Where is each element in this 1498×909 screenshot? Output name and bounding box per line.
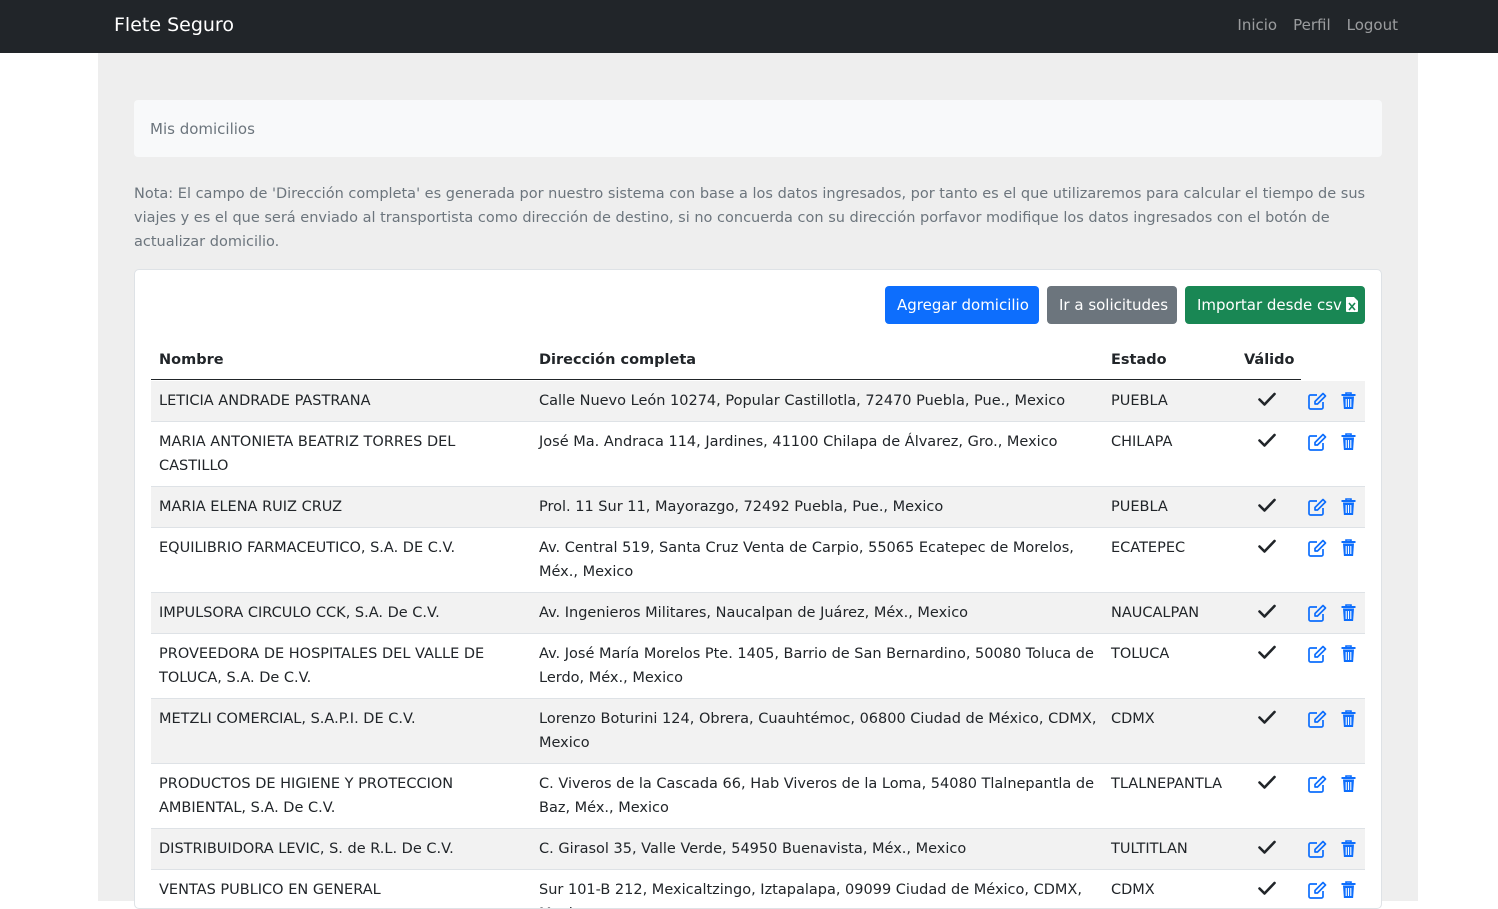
file-excel-icon	[1345, 288, 1358, 326]
trash-icon[interactable]	[1341, 392, 1356, 410]
check-icon	[1258, 392, 1276, 406]
edit-icon[interactable]	[1308, 539, 1327, 557]
cell-state: TOLUCA	[1111, 646, 1170, 662]
check-icon	[1258, 645, 1276, 659]
table-row: PRODUCTOS DE HIGIENE Y PROTECCION AMBIEN…	[151, 764, 1365, 829]
trash-icon[interactable]	[1341, 645, 1356, 663]
check-icon	[1258, 840, 1276, 854]
addresses-card: Agregar domicilio Ir a solicitudes Impor…	[134, 269, 1382, 909]
check-icon	[1258, 710, 1276, 724]
main-container: Mis domicilios Nota: El campo de 'Direcc…	[98, 53, 1418, 909]
page-header: Mis domicilios	[134, 100, 1382, 157]
cell-state: TULTITLAN	[1111, 841, 1188, 857]
nav-link-inicio[interactable]: Inicio	[1237, 15, 1277, 35]
edit-icon[interactable]	[1308, 775, 1327, 793]
cell-address: Av. Central 519, Santa Cruz Venta de Car…	[539, 540, 1074, 580]
cell-name: LETICIA ANDRADE PASTRANA	[159, 393, 371, 409]
cell-state: TLALNEPANTLA	[1111, 776, 1223, 792]
cell-name: METZLI COMERCIAL, S.A.P.I. DE C.V.	[159, 711, 416, 727]
nav-link-perfil[interactable]: Perfil	[1293, 15, 1331, 35]
cell-state: PUEBLA	[1111, 499, 1168, 515]
trash-icon[interactable]	[1341, 881, 1356, 899]
trash-icon[interactable]	[1341, 604, 1356, 622]
cell-name: IMPULSORA CIRCULO CCK, S.A. De C.V.	[159, 605, 440, 621]
brand-link[interactable]: Flete Seguro	[114, 13, 234, 37]
table-row: MARIA ANTONIETA BEATRIZ TORRES DEL CASTI…	[151, 422, 1365, 487]
cell-address: Sur 101-B 212, Mexicaltzingo, Iztapalapa…	[539, 882, 1082, 908]
cell-address: Prol. 11 Sur 11, Mayorazgo, 72492 Puebla…	[539, 499, 944, 515]
edit-icon[interactable]	[1308, 881, 1327, 899]
column-header-name: Nombre	[159, 352, 224, 368]
nav-link-logout[interactable]: Logout	[1347, 15, 1398, 35]
cell-address: Av. Ingenieros Militares, Naucalpan de J…	[539, 605, 969, 621]
cell-name: MARIA ANTONIETA BEATRIZ TORRES DEL CASTI…	[159, 434, 456, 474]
import-csv-label: Importar desde csv	[1197, 296, 1342, 314]
go-to-requests-button[interactable]: Ir a solicitudes	[1047, 286, 1177, 324]
edit-icon[interactable]	[1308, 645, 1327, 663]
edit-icon[interactable]	[1308, 710, 1327, 728]
check-icon	[1258, 498, 1276, 512]
cell-address: José Ma. Andraca 114, Jardines, 41100 Ch…	[539, 434, 1058, 450]
table-row: METZLI COMERCIAL, S.A.P.I. DE C.V. Lorenz…	[151, 699, 1365, 764]
table-row: MARIA ELENA RUIZ CRUZ Prol. 11 Sur 11, Ma…	[151, 487, 1365, 528]
go-to-requests-label: Ir a solicitudes	[1059, 296, 1169, 314]
nav-links: Inicio Perfil Logout	[1221, 15, 1398, 35]
table-row: LETICIA ANDRADE PASTRANA Calle Nuevo León…	[151, 381, 1365, 422]
cell-name: DISTRIBUIDORA LEVIC, S. de R.L. De C.V.	[159, 841, 454, 857]
cell-state: NAUCALPAN	[1111, 605, 1200, 621]
cell-address: C. Viveros de la Cascada 66, Hab Viveros…	[539, 776, 1095, 816]
navbar: Flete Seguro Inicio Perfil Logout	[0, 0, 1498, 53]
add-address-label: Agregar domicilio	[897, 296, 1029, 314]
page-title: Mis domicilios	[150, 120, 255, 138]
address-note: Nota: El campo de 'Dirección completa' e…	[134, 186, 1366, 250]
add-address-button[interactable]: Agregar domicilio	[885, 286, 1039, 324]
table-header: Nombre Dirección completa Estado Válido	[151, 348, 1301, 380]
check-icon	[1258, 539, 1276, 553]
edit-icon[interactable]	[1308, 433, 1327, 451]
edit-icon[interactable]	[1308, 498, 1327, 516]
column-header-state: Estado	[1111, 352, 1167, 368]
cell-state: CDMX	[1111, 711, 1155, 727]
cell-state: ECATEPEC	[1111, 540, 1186, 556]
cell-name: PROVEEDORA DE HOSPITALES DEL VALLE DE TO…	[159, 646, 485, 686]
cell-state: PUEBLA	[1111, 393, 1168, 409]
cell-address: Lorenzo Boturini 124, Obrera, Cuauhtémoc…	[539, 711, 1097, 751]
cell-name: MARIA ELENA RUIZ CRUZ	[159, 499, 343, 515]
trash-icon[interactable]	[1341, 498, 1356, 516]
table-row: DISTRIBUIDORA LEVIC, S. de R.L. De C.V. C…	[151, 829, 1365, 870]
check-icon	[1258, 775, 1276, 789]
trash-icon[interactable]	[1341, 840, 1356, 858]
import-csv-button[interactable]: Importar desde csv	[1185, 286, 1365, 324]
trash-icon[interactable]	[1341, 539, 1356, 557]
table-row: IMPULSORA CIRCULO CCK, S.A. De C.V. Av. I…	[151, 593, 1365, 634]
trash-icon[interactable]	[1341, 710, 1356, 728]
edit-icon[interactable]	[1308, 604, 1327, 622]
cell-state: CDMX	[1111, 882, 1155, 898]
cell-name: PRODUCTOS DE HIGIENE Y PROTECCION AMBIEN…	[159, 776, 454, 816]
cell-state: CHILAPA	[1111, 434, 1173, 450]
check-icon	[1258, 881, 1276, 895]
table-body: LETICIA ANDRADE PASTRANA Calle Nuevo León…	[151, 381, 1365, 908]
table-row: VENTAS PUBLICO EN GENERAL Sur 101-B 212, …	[151, 870, 1365, 908]
cell-name: VENTAS PUBLICO EN GENERAL	[159, 882, 381, 898]
cell-address: C. Girasol 35, Valle Verde, 54950 Buenav…	[539, 841, 967, 857]
column-header-address: Dirección completa	[539, 352, 697, 368]
table-row: EQUILIBRIO FARMACEUTICO, S.A. DE C.V. Av.…	[151, 528, 1365, 593]
check-icon	[1258, 433, 1276, 447]
cell-address: Av. José María Morelos Pte. 1405, Barrio…	[539, 646, 1094, 686]
check-icon	[1258, 604, 1276, 618]
cell-address: Calle Nuevo León 10274, Popular Castillo…	[539, 393, 1066, 409]
edit-icon[interactable]	[1308, 840, 1327, 858]
trash-icon[interactable]	[1341, 433, 1356, 451]
edit-icon[interactable]	[1308, 392, 1327, 410]
table-row: PROVEEDORA DE HOSPITALES DEL VALLE DE TO…	[151, 634, 1365, 699]
trash-icon[interactable]	[1341, 775, 1356, 793]
column-header-valid: Válido	[1244, 352, 1295, 368]
cell-name: EQUILIBRIO FARMACEUTICO, S.A. DE C.V.	[159, 540, 456, 556]
